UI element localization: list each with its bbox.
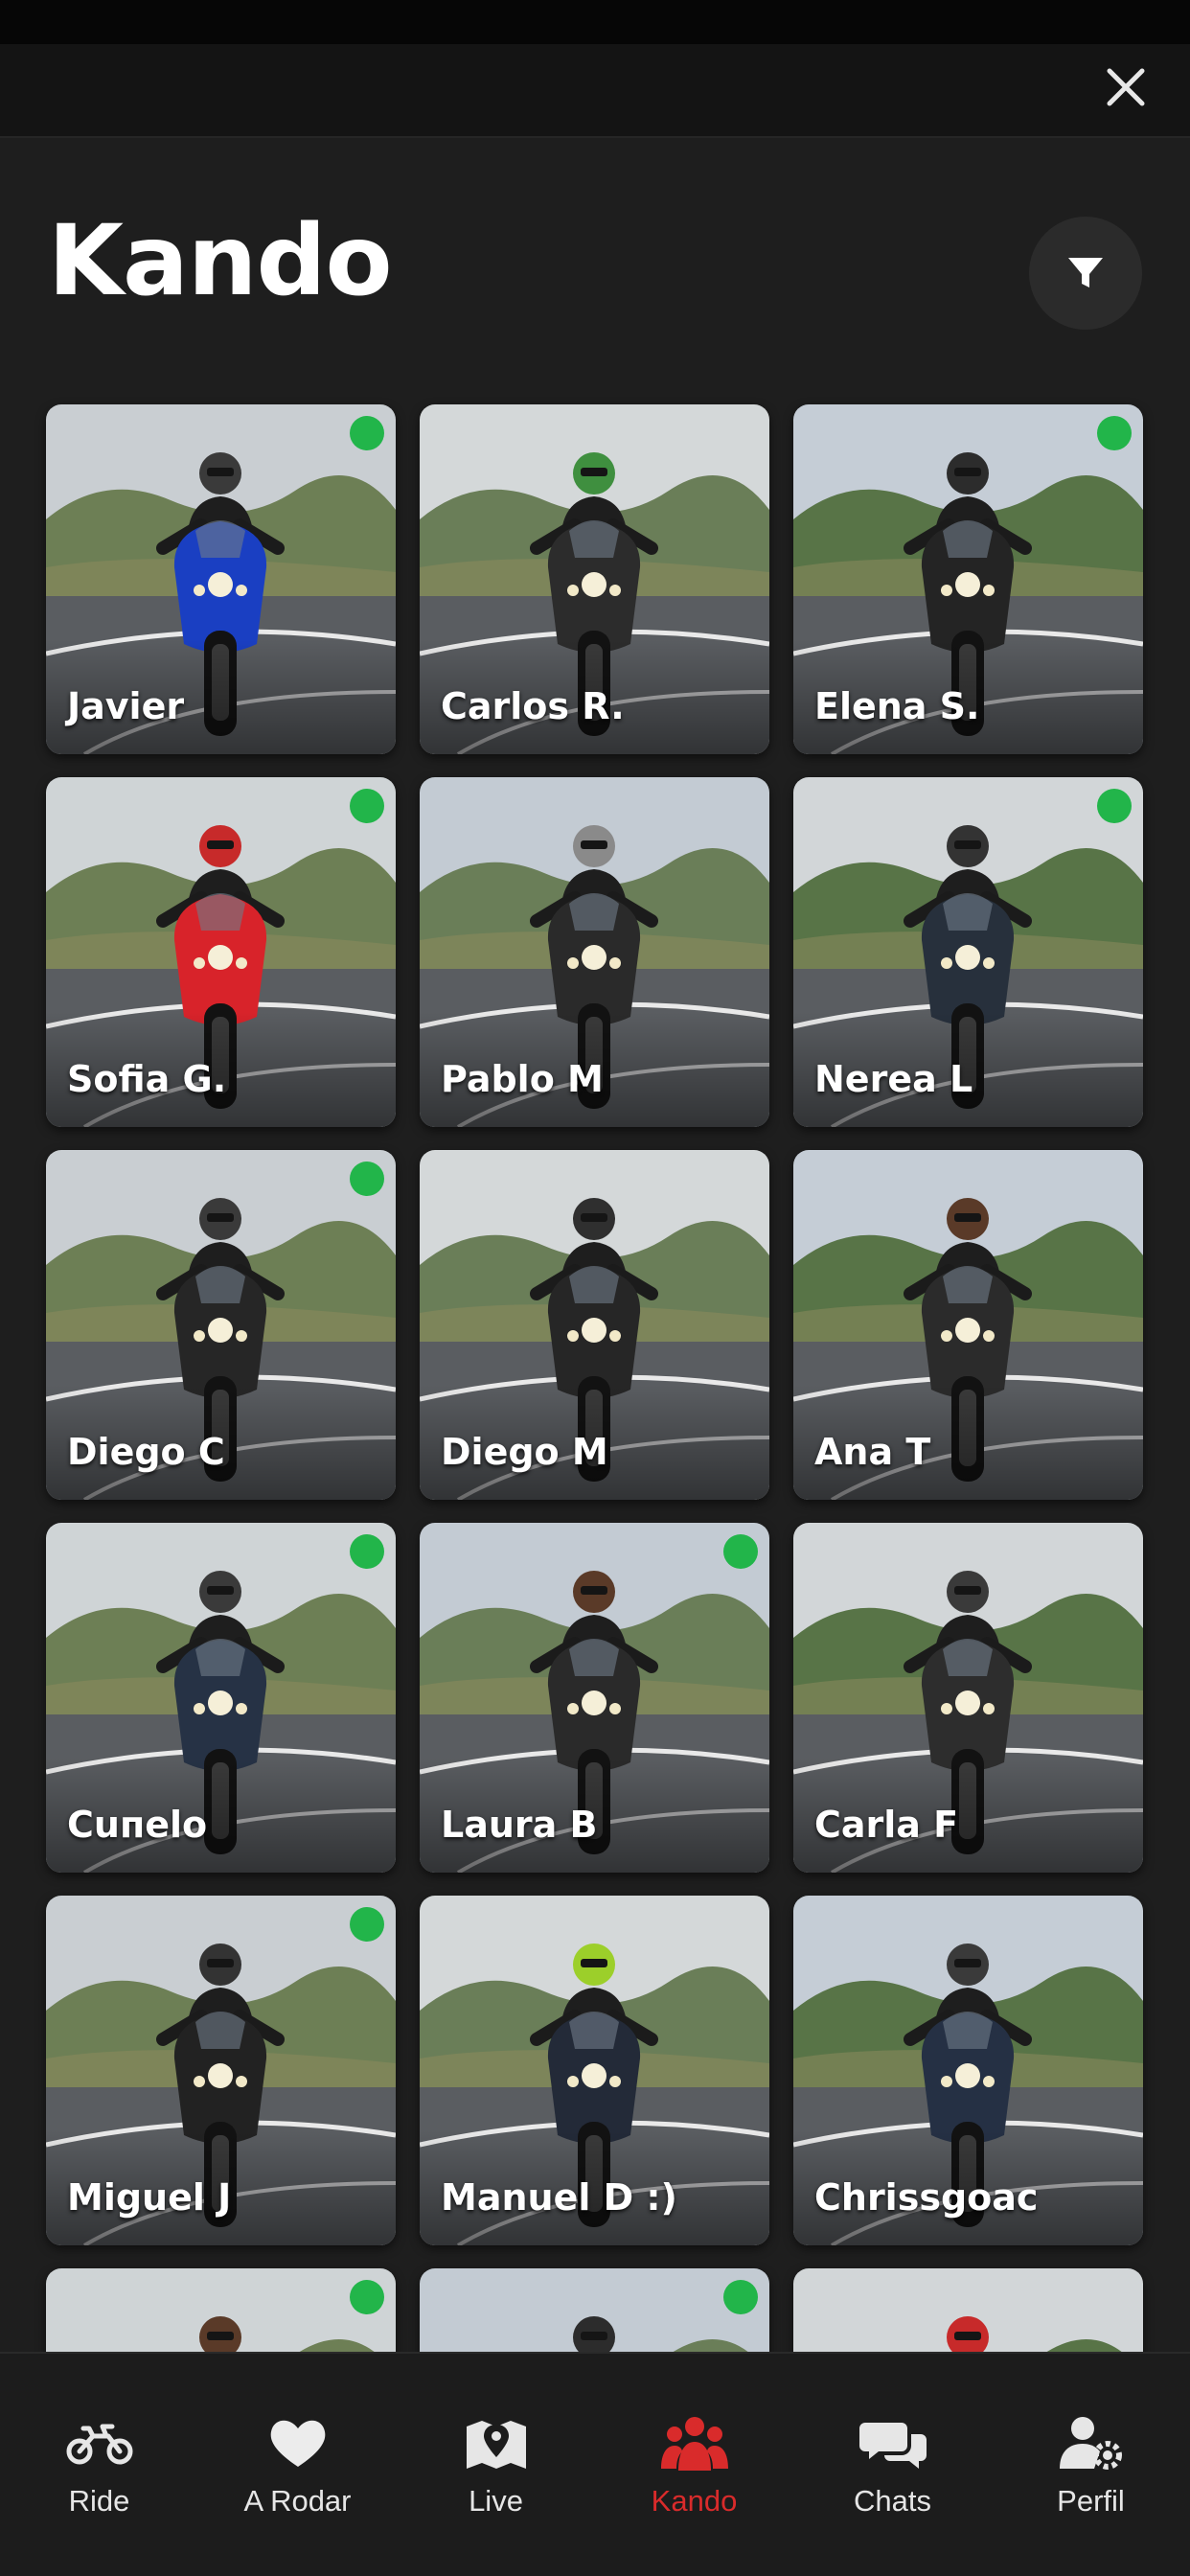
- tab-label: Kando: [651, 2484, 738, 2518]
- rider-card[interactable]: Pablo M: [420, 777, 769, 1127]
- map-pin-icon: [466, 2421, 526, 2469]
- online-indicator: [723, 1534, 758, 1569]
- rider-name: Diego C: [67, 1431, 225, 1473]
- tab-live[interactable]: Live: [397, 2354, 595, 2576]
- bottom-tab-bar: Ride A Rodar Live Kando Chats Perfil: [0, 2352, 1190, 2576]
- rider-card[interactable]: [793, 2268, 1143, 2352]
- rider-name: Elena S.: [814, 685, 980, 727]
- rider-grid: Javier Carlos R. Elena S. Sofia G. Pablo M Ne…: [46, 404, 1144, 2352]
- motorcycle-icon: [66, 2424, 132, 2465]
- rider-card[interactable]: Javier: [46, 404, 396, 754]
- close-icon: [1107, 68, 1145, 106]
- rider-name: Javier: [67, 685, 185, 727]
- rider-name: Pablo M: [441, 1058, 604, 1100]
- rider-card[interactable]: Carlos R.: [420, 404, 769, 754]
- rider-name: Manuel D :): [441, 2176, 677, 2219]
- tab-a-rodar[interactable]: A Rodar: [198, 2354, 397, 2576]
- rider-name: Laura B: [441, 1804, 598, 1846]
- rider-name: Miguel J: [67, 2176, 232, 2219]
- rider-card[interactable]: Ana T: [793, 1150, 1143, 1500]
- tab-label: Perfil: [1057, 2484, 1125, 2518]
- heart-icon: [270, 2420, 325, 2467]
- rider-card[interactable]: Elena S.: [793, 404, 1143, 754]
- rider-card[interactable]: Laura B: [420, 1523, 769, 1873]
- tab-label: Live: [469, 2484, 523, 2518]
- tab-label: Chats: [854, 2484, 931, 2518]
- rider-card[interactable]: Nerea L: [793, 777, 1143, 1127]
- tab-chats[interactable]: Chats: [793, 2354, 992, 2576]
- filter-icon: [1068, 258, 1103, 288]
- tab-label: Ride: [68, 2484, 130, 2518]
- status-bar: [0, 0, 1190, 44]
- rider-name: Sofia G.: [67, 1058, 227, 1100]
- chat-bubbles-icon: [858, 2423, 927, 2469]
- rider-name: Cuпelo: [67, 1804, 208, 1846]
- rider-name: Carlos R.: [441, 685, 625, 727]
- online-indicator: [1097, 789, 1132, 823]
- rider-card[interactable]: Sofia G.: [46, 777, 396, 1127]
- online-indicator: [350, 1907, 384, 1942]
- rider-name: Nerea L: [814, 1058, 973, 1100]
- rider-photo: [46, 2268, 396, 2352]
- rider-card[interactable]: Manuel D :): [420, 1896, 769, 2245]
- user-gear-icon: [1059, 2417, 1122, 2470]
- online-indicator: [350, 1534, 384, 1569]
- tab-label: A Rodar: [243, 2484, 352, 2518]
- online-indicator: [1097, 416, 1132, 450]
- top-bar: [0, 44, 1190, 138]
- page-title: Kando: [48, 204, 393, 318]
- tab-perfil[interactable]: Perfil: [992, 2354, 1190, 2576]
- rider-photo: [420, 2268, 769, 2352]
- rider-card[interactable]: [46, 2268, 396, 2352]
- rider-card[interactable]: Cuпelo: [46, 1523, 396, 1873]
- rider-card[interactable]: Chrissgoac: [793, 1896, 1143, 2245]
- close-button[interactable]: [1090, 52, 1161, 123]
- group-icon: [660, 2417, 728, 2471]
- rider-name: Ana T: [814, 1431, 931, 1473]
- filter-button[interactable]: [1029, 217, 1142, 330]
- online-indicator: [350, 2280, 384, 2314]
- rider-card[interactable]: Diego C: [46, 1150, 396, 1500]
- online-indicator: [350, 789, 384, 823]
- rider-card[interactable]: [420, 2268, 769, 2352]
- online-indicator: [350, 416, 384, 450]
- online-indicator: [350, 1162, 384, 1196]
- tab-ride[interactable]: Ride: [0, 2354, 198, 2576]
- rider-card[interactable]: Miguel J: [46, 1896, 396, 2245]
- rider-photo: [793, 2268, 1143, 2352]
- tab-kando[interactable]: Kando: [595, 2354, 793, 2576]
- rider-card[interactable]: Diego M: [420, 1150, 769, 1500]
- rider-name: Carla F: [814, 1804, 959, 1846]
- rider-name: Diego M: [441, 1431, 608, 1473]
- rider-card[interactable]: Carla F: [793, 1523, 1143, 1873]
- online-indicator: [723, 2280, 758, 2314]
- rider-name: Chrissgoac: [814, 2176, 1039, 2219]
- main-content[interactable]: Kando Javier Carlos R. Elena S. Sofia G. Pab…: [0, 138, 1190, 2352]
